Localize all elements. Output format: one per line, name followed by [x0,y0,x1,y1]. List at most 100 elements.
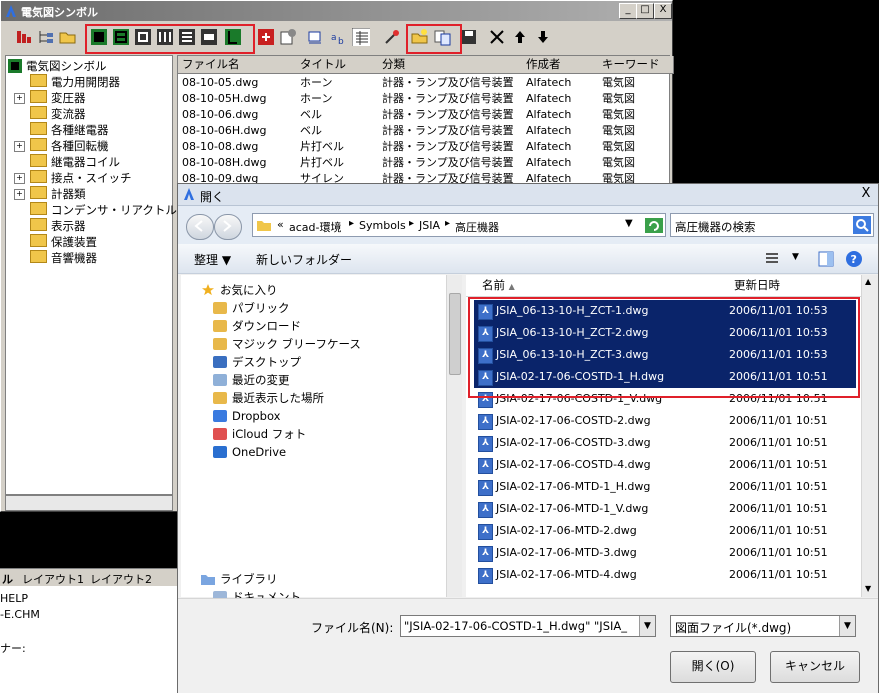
filename-input[interactable]: "JSIA-02-17-06-COSTD-1_H.dwg" "JSIA_ ▼ [400,615,656,637]
new-folder-icon[interactable] [411,28,429,46]
file-row[interactable]: ⅄ JSIA-02-17-06-COSTD-2.dwg 2006/11/01 10:… [474,410,856,432]
filetype-select[interactable]: 図面ファイル(*.dwg) ▼ [670,615,856,637]
scroll-up-icon[interactable]: ▲ [865,277,871,286]
nav-favorite-item[interactable]: ダウンロード [213,317,301,335]
help-icon[interactable]: ? [845,250,863,268]
back-button[interactable] [186,214,214,240]
nav-libraries-header[interactable]: ライブラリ [201,570,278,588]
list-row[interactable]: 08-10-06H.dwg ベル 計器・ランプ及び信号装置 Alfatech 電気図 [178,123,669,139]
list-row[interactable]: 08-10-05.dwg ホーン 計器・ランプ及び信号装置 Alfatech 電気図 [178,75,669,91]
symbol-2-icon[interactable] [112,28,130,46]
symbol-7-icon[interactable] [224,28,242,46]
file-row[interactable]: ⅄ JSIA-02-17-06-MTD-3.dwg 2006/11/01 10:51 [474,542,856,564]
page-icon[interactable] [306,28,324,46]
file-row[interactable]: ⅄ JSIA-02-17-06-MTD-2.dwg 2006/11/01 10:51 [474,520,856,542]
tab-model[interactable]: ル [2,571,13,587]
column-header-author[interactable]: 作成者 [522,56,603,74]
hierarchy-icon[interactable] [37,28,55,46]
delete-icon[interactable] [488,28,506,46]
tree-item[interactable]: 音響機器 [30,250,97,266]
search-box[interactable]: 高圧機器の検索 [670,213,874,237]
path-breadcrumb[interactable]: « acad-環境 ▸ Symbols ▸ JSIA ▸ 高圧機器 ▼ [252,213,666,237]
open-folder-icon[interactable] [59,28,77,46]
close-button[interactable]: X [654,3,672,19]
expand-toggle[interactable]: + [14,173,25,184]
tree-item[interactable]: 各種継電器 [30,122,109,138]
open-button[interactable]: 開く(O) [670,651,756,683]
list-row[interactable]: 08-10-06.dwg ベル 計器・ランプ及び信号装置 Alfatech 電気図 [178,107,669,123]
nav-favorite-item[interactable]: iCloud フォト [213,425,306,443]
tree-item[interactable]: 保護装置 [30,234,97,250]
tab-layout1[interactable]: レイアウト1 [22,571,84,587]
expand-toggle[interactable]: + [14,141,25,152]
breadcrumb-dropdown-icon[interactable]: ▼ [625,218,633,229]
breadcrumb-hv-equipment[interactable]: 高圧機器 [455,219,499,235]
nav-favorite-item[interactable]: パブリック [213,299,290,317]
preview-pane-icon[interactable] [818,251,834,267]
tree-item[interactable]: 継電器コイル [30,154,120,170]
file-row[interactable]: ⅄ JSIA-02-17-06-MTD-1_V.dwg 2006/11/01 10:… [474,498,856,520]
nav-favorite-item[interactable]: デスクトップ [213,353,301,371]
tree-item[interactable]: 接点・スイッチ [30,170,132,186]
breadcrumb-acad-env[interactable]: acad-環境 [289,219,341,235]
column-header-date[interactable]: 更新日時 [726,275,870,297]
breadcrumb-jsia[interactable]: JSIA [419,219,440,232]
new-folder-button[interactable]: 新しいフォルダー [256,251,352,268]
file-row[interactable]: ⅄ JSIA-02-17-06-COSTD-3.dwg 2006/11/01 10:… [474,432,856,454]
detail-view-icon[interactable] [352,28,370,46]
nav-favorite-item[interactable]: 最近表示した場所 [213,389,324,407]
tree-item[interactable]: 電力用開閉器 [30,74,120,90]
save-icon[interactable] [460,28,478,46]
cancel-button[interactable]: キャンセル [770,651,860,683]
tree-icon[interactable] [15,28,33,46]
tree-item[interactable]: 各種回転機 [30,138,109,154]
dialog-titlebar[interactable]: 開く X [178,184,878,206]
rename-icon[interactable]: ab [329,28,347,46]
symbol-1-icon[interactable] [90,28,108,46]
file-row[interactable]: ⅄ JSIA-02-17-06-MTD-1_H.dwg 2006/11/01 10:… [474,476,856,498]
symbol-6-icon[interactable] [200,28,218,46]
expand-toggle[interactable]: + [14,189,25,200]
search-input[interactable]: 高圧機器の検索 [675,219,756,235]
forward-button[interactable] [214,214,242,240]
expand-toggle[interactable]: + [14,93,25,104]
symbol-5-icon[interactable] [178,28,196,46]
tree-horizontal-scrollbar[interactable] [5,495,173,511]
list-row[interactable]: 08-10-05H.dwg ホーン 計器・ランプ及び信号装置 Alfatech 電気図 [178,91,669,107]
list-row[interactable]: 08-10-08.dwg 片打ベル 計器・ランプ及び信号装置 Alfatech 電気図 [178,139,669,155]
register-icon[interactable] [257,28,275,46]
wand-icon[interactable] [383,28,401,46]
nav-favorite-item[interactable]: 最近の変更 [213,371,290,389]
column-header-category[interactable]: 分類 [378,56,527,74]
view-options-icon[interactable] [764,251,780,267]
file-row[interactable]: ⅄ JSIA-02-17-06-COSTD-4.dwg 2006/11/01 10:… [474,454,856,476]
navigation-scroll-thumb[interactable] [449,293,461,375]
properties-icon[interactable] [279,28,297,46]
scroll-down-icon[interactable]: ▼ [865,584,871,593]
copy-icon[interactable] [434,28,452,46]
minimize-button[interactable]: _ [619,3,637,19]
symbol-4-icon[interactable] [156,28,174,46]
file-row[interactable]: ⅄ JSIA-02-17-06-MTD-4.dwg 2006/11/01 10:51 [474,564,856,586]
nav-favorite-item[interactable]: OneDrive [213,443,286,461]
nav-favorite-item[interactable]: Dropbox [213,407,280,425]
dialog-close-button[interactable]: X [858,186,874,202]
maximize-button[interactable]: □ [636,3,654,19]
view-dropdown-icon[interactable]: ▼ [792,252,799,262]
breadcrumb-symbols[interactable]: Symbols [359,219,406,232]
tree-item[interactable]: 表示器 [30,218,86,234]
tree-root[interactable]: 電気図シンボル [8,58,107,74]
tree-item[interactable]: 計器類 [30,186,86,202]
tree-item[interactable]: 変圧器 [30,90,86,106]
command-prompt[interactable]: ナー: [0,640,26,656]
tree-item[interactable]: コンデンサ・リアクトル [30,202,177,218]
up-icon[interactable] [511,28,529,46]
down-icon[interactable] [534,28,552,46]
nav-favorite-item[interactable]: マジック ブリーフケース [213,335,361,353]
file-list-scrollbar[interactable]: ▲ ▼ [861,275,878,597]
symbol-3-icon[interactable] [134,28,152,46]
column-header-title[interactable]: タイトル [296,56,383,74]
refresh-icon[interactable] [645,218,663,233]
tab-layout2[interactable]: レイアウト2 [90,571,152,587]
navigation-scrollbar[interactable] [446,275,462,597]
